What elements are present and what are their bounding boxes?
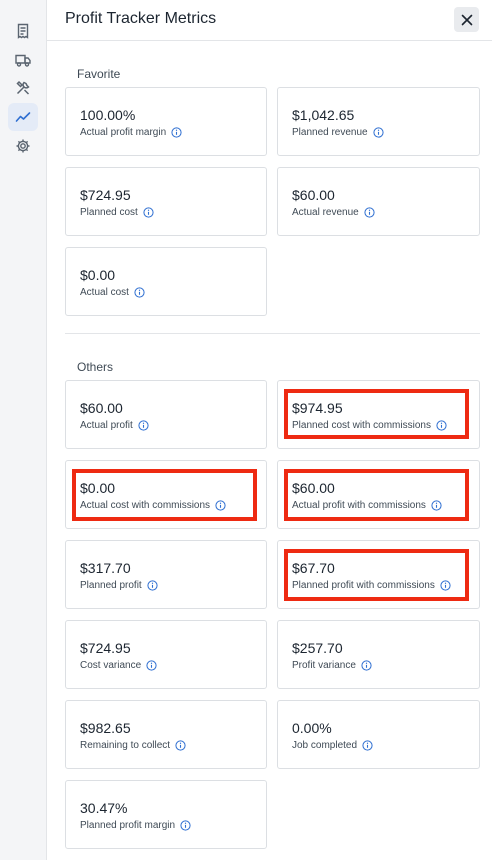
favorite-section-label: Favorite [77, 67, 121, 81]
metric-card[interactable]: 30.47% Planned profit margin [65, 780, 267, 849]
rail-receipt-button[interactable] [8, 17, 38, 45]
metric-card[interactable]: $257.70 Profit variance [277, 620, 480, 689]
metric-value: $1,042.65 [292, 107, 355, 123]
rail-profit-tracker-button[interactable] [8, 103, 38, 131]
metric-card[interactable]: $317.70 Planned profit [65, 540, 267, 609]
close-button[interactable] [454, 7, 479, 32]
metric-card[interactable]: $724.95 Planned cost [65, 167, 267, 236]
info-icon[interactable] [134, 287, 145, 298]
info-icon[interactable] [364, 207, 375, 218]
metrics-panel: Profit Tracker Metrics Favorite 100.00% … [47, 0, 492, 860]
metric-label: Planned cost [80, 207, 138, 218]
close-icon [461, 14, 472, 25]
info-icon[interactable] [171, 127, 182, 138]
metric-label: Planned profit [80, 580, 142, 591]
info-icon[interactable] [138, 420, 149, 431]
metric-value: $724.95 [80, 640, 131, 656]
metric-card[interactable]: 0.00% Job completed [277, 700, 480, 769]
gear-icon [16, 139, 30, 153]
side-rail [0, 0, 47, 860]
metric-value: $317.70 [80, 560, 131, 576]
metric-value: $60.00 [80, 400, 123, 416]
info-icon[interactable] [147, 580, 158, 591]
others-section-label: Others [77, 360, 114, 374]
metric-label: Actual revenue [292, 207, 359, 218]
metric-label: Actual profit margin [80, 127, 167, 138]
panel-header: Profit Tracker Metrics [47, 0, 492, 41]
info-icon[interactable] [175, 740, 186, 751]
info-icon[interactable] [361, 660, 372, 671]
metric-card[interactable]: $0.00 Actual cost [65, 247, 267, 316]
metric-label: Profit variance [292, 660, 356, 671]
rail-truck-button[interactable] [8, 46, 38, 74]
info-icon[interactable] [143, 207, 154, 218]
metric-label: Planned profit margin [80, 820, 176, 831]
metric-label: Planned revenue [292, 127, 368, 138]
info-icon[interactable] [362, 740, 373, 751]
truck-icon [15, 54, 31, 67]
metric-value: $257.70 [292, 640, 343, 656]
section-divider [65, 333, 480, 334]
metric-card[interactable]: $724.95 Cost variance [65, 620, 267, 689]
metric-label: Actual profit [80, 420, 133, 431]
metric-label: Job completed [292, 740, 358, 751]
metric-value: 30.47% [80, 800, 128, 816]
metric-value: $724.95 [80, 187, 131, 203]
metric-card[interactable]: $1,042.65 Planned revenue [277, 87, 480, 156]
metric-card[interactable]: $982.65 Remaining to collect [65, 700, 267, 769]
metric-label: Cost variance [80, 660, 142, 671]
info-icon[interactable] [180, 820, 191, 831]
metric-value: $60.00 [292, 187, 335, 203]
info-icon[interactable] [146, 660, 157, 671]
info-icon[interactable] [373, 127, 384, 138]
metric-value: $0.00 [80, 267, 116, 283]
rail-tools-button[interactable] [8, 74, 38, 102]
metric-card[interactable]: $60.00 Actual revenue [277, 167, 480, 236]
metric-value: $982.65 [80, 720, 131, 736]
receipt-icon [17, 23, 29, 39]
metric-value: 100.00% [80, 107, 136, 123]
metric-label: Actual cost [80, 287, 129, 298]
tools-icon [16, 80, 30, 95]
highlight-box [284, 549, 469, 601]
metric-value: 0.00% [292, 720, 332, 736]
metric-card[interactable]: 100.00% Actual profit margin [65, 87, 267, 156]
highlight-box [72, 469, 257, 521]
rail-settings-button[interactable] [8, 132, 38, 160]
panel-title: Profit Tracker Metrics [65, 10, 217, 27]
trend-chart-icon [15, 112, 31, 122]
metric-card[interactable]: $60.00 Actual profit [65, 380, 267, 449]
highlight-box [284, 389, 469, 439]
metric-label: Remaining to collect [80, 740, 171, 751]
highlight-box [284, 469, 469, 521]
